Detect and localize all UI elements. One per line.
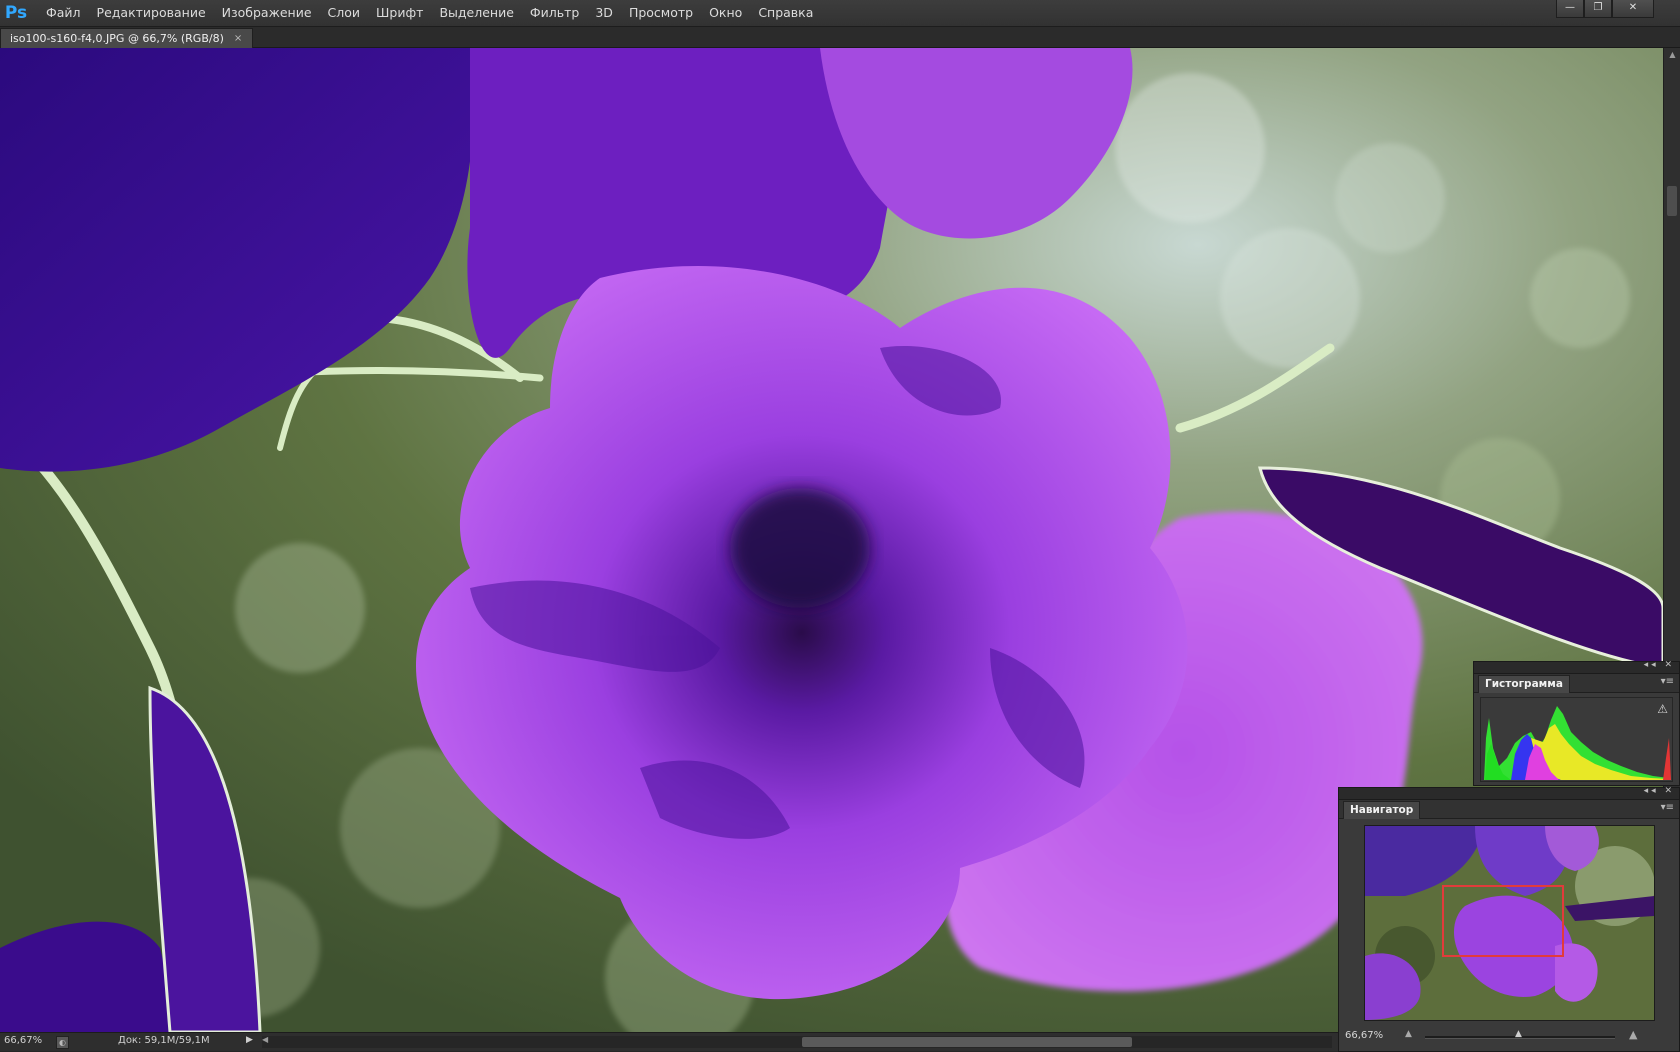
zoom-out-icon[interactable]: ▲: [1405, 1029, 1412, 1039]
minimize-button[interactable]: —: [1556, 0, 1584, 18]
navigator-thumbnail-image: [1365, 826, 1654, 1020]
zoom-slider-knob[interactable]: ▲: [1515, 1029, 1522, 1039]
window-controls: — ❐ ✕: [1556, 0, 1654, 18]
histogram-panel: ◂◂ ✕ Гистограмма ▾≡ ⚠: [1473, 660, 1680, 786]
warning-icon[interactable]: ⚠: [1657, 702, 1668, 716]
close-tab-icon[interactable]: ×: [234, 33, 242, 44]
menu-items: Файл Редактирование Изображение Слои Шри…: [38, 0, 821, 26]
scroll-left-icon[interactable]: ◀: [262, 1035, 268, 1044]
photoshop-logo[interactable]: Ps: [3, 2, 29, 24]
panel-menu-icon[interactable]: ▾≡: [1661, 802, 1674, 813]
panel-collapse-close-icons[interactable]: ◂◂ ✕: [1644, 786, 1675, 796]
document-tab[interactable]: iso100-s160-f4,0.JPG @ 66,7% (RGB/8) ×: [0, 28, 254, 48]
navigator-panel-header: Навигатор ▾≡: [1339, 800, 1679, 819]
histogram-chart: [1484, 706, 1671, 780]
menu-3d[interactable]: 3D: [587, 0, 621, 26]
horizontal-scrollbar[interactable]: ◀: [262, 1035, 1332, 1048]
document-tab-bar: iso100-s160-f4,0.JPG @ 66,7% (RGB/8) ×: [0, 27, 1680, 48]
vertical-scroll-thumb[interactable]: [1667, 186, 1677, 216]
menu-select[interactable]: Выделение: [431, 0, 521, 26]
menu-filter[interactable]: Фильтр: [522, 0, 587, 26]
horizontal-scroll-thumb[interactable]: [802, 1037, 1132, 1047]
tab-navigator[interactable]: Навигатор: [1343, 801, 1421, 819]
zoom-in-icon[interactable]: ▲: [1629, 1028, 1637, 1041]
close-window-button[interactable]: ✕: [1612, 0, 1654, 18]
status-proof-icon[interactable]: ◐: [56, 1036, 69, 1049]
menu-layers[interactable]: Слои: [320, 0, 369, 26]
tab-histogram[interactable]: Гистограмма: [1478, 675, 1570, 693]
menu-file[interactable]: Файл: [38, 0, 89, 26]
navigator-thumbnail[interactable]: [1364, 825, 1655, 1021]
histogram-panel-topbar: ◂◂ ✕: [1474, 660, 1679, 674]
navigator-zoom-value[interactable]: 66,67%: [1345, 1030, 1383, 1041]
panel-menu-icon[interactable]: ▾≡: [1661, 676, 1674, 687]
menu-image[interactable]: Изображение: [214, 0, 320, 26]
status-menu-arrow-icon[interactable]: ▶: [246, 1035, 253, 1045]
menu-help[interactable]: Справка: [750, 0, 821, 26]
document-tab-title: iso100-s160-f4,0.JPG @ 66,7% (RGB/8): [10, 32, 224, 45]
menu-edit[interactable]: Редактирование: [89, 0, 214, 26]
menu-type[interactable]: Шрифт: [368, 0, 431, 26]
scroll-up-icon[interactable]: ▲: [1664, 48, 1680, 62]
status-zoom[interactable]: 66,67%: [4, 1035, 42, 1046]
navigator-panel-topbar: ◂◂ ✕: [1339, 786, 1679, 800]
histogram-graph: ⚠: [1480, 697, 1673, 782]
histogram-panel-header: Гистограмма ▾≡: [1474, 674, 1679, 693]
menu-window[interactable]: Окно: [701, 0, 750, 26]
menu-bar: Ps Файл Редактирование Изображение Слои …: [0, 0, 1680, 27]
panel-collapse-close-icons[interactable]: ◂◂ ✕: [1644, 660, 1675, 670]
status-bar: 66,67% ◐ Док: 59,1M/59,1M ▶ ◀: [0, 1032, 1340, 1051]
navigator-footer: 66,67% ▲ ▲ ▲: [1339, 1025, 1679, 1047]
status-doc-size: Док: 59,1M/59,1M: [118, 1035, 210, 1046]
menu-view[interactable]: Просмотр: [621, 0, 701, 26]
restore-button[interactable]: ❐: [1584, 0, 1612, 18]
navigator-panel: ◂◂ ✕ Навигатор ▾≡ 66,67% ▲ ▲ ▲: [1338, 786, 1680, 1052]
